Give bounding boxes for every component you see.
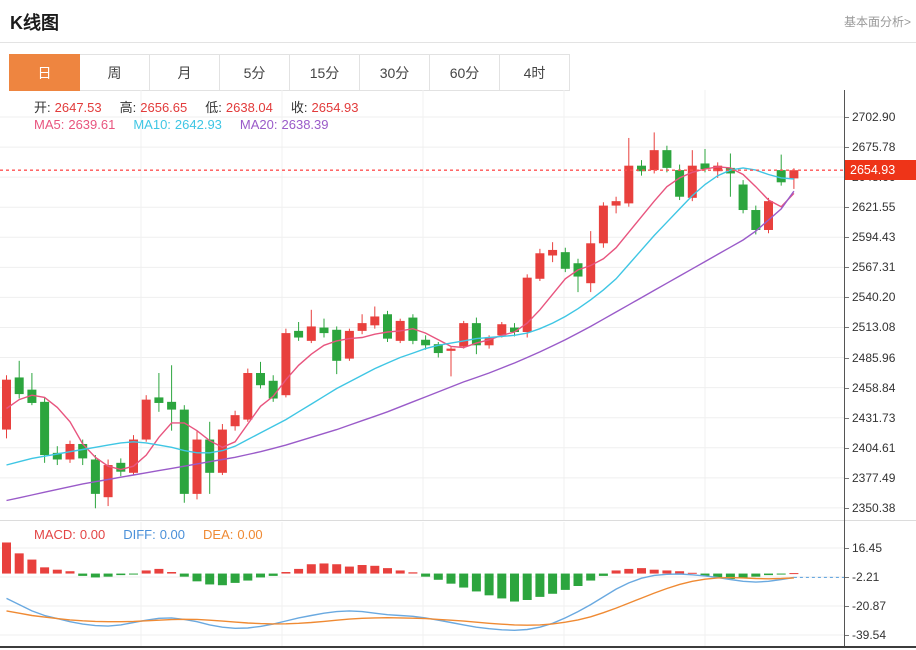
- readout-label: DIFF:: [123, 527, 156, 542]
- readout-value: 2638.39: [282, 117, 329, 132]
- readout-value: 0.00: [160, 527, 185, 542]
- readout-item: 收: 2654.93: [291, 100, 363, 115]
- tab-period-0[interactable]: 日: [9, 54, 80, 91]
- current-price-badge: 2654.93: [845, 160, 916, 180]
- main-tick-5: 2567.31: [844, 260, 916, 274]
- macd-tick-2: -20.87: [844, 599, 916, 613]
- readout-item: DEA: 0.00: [203, 527, 267, 542]
- readout-label: MACD:: [34, 527, 76, 542]
- main-tick-1: 2675.78: [844, 140, 916, 154]
- readout-value: 2647.53: [55, 100, 102, 115]
- readout-item: 高:2656.65: [120, 100, 192, 115]
- readout-item: 低: 2638.04: [205, 100, 277, 115]
- page-title: K线图: [10, 9, 59, 35]
- tab-period-6[interactable]: 60分: [429, 54, 500, 91]
- readout-label: 低:: [205, 100, 222, 115]
- readout-item: MA10: 2642.93: [133, 117, 226, 132]
- readout-item: 开: 2647.53: [34, 100, 106, 115]
- period-tab-bar: 日周月5分15分30分60分4时: [10, 54, 570, 91]
- tab-period-4[interactable]: 15分: [289, 54, 360, 91]
- readout-value: 0.00: [80, 527, 105, 542]
- main-tick-12: 2377.49: [844, 471, 916, 485]
- readout-label: DEA:: [203, 527, 233, 542]
- main-tick-13: 2350.38: [844, 501, 916, 515]
- tab-period-1[interactable]: 周: [79, 54, 150, 91]
- readout-label: MA20:: [240, 117, 278, 132]
- readout-value: 2656.65: [140, 100, 187, 115]
- header-divider: [0, 42, 916, 43]
- readout-value: 2654.93: [312, 100, 359, 115]
- main-tick-6: 2540.20: [844, 290, 916, 304]
- ma-readout: MA5: 2639.61 MA10: 2642.93 MA20: 2638.39: [34, 117, 347, 132]
- readout-value: 2642.93: [175, 117, 222, 132]
- ohlc-readout: 开: 2647.53 高:2656.65 低: 2638.04 收: 2654.93: [34, 97, 377, 116]
- main-tick-8: 2485.96: [844, 351, 916, 365]
- readout-item: DIFF: 0.00: [123, 527, 189, 542]
- main-candlestick-chart[interactable]: [0, 90, 844, 520]
- fundamental-analysis-link[interactable]: 基本面分析>: [844, 13, 911, 30]
- main-tick-10: 2431.73: [844, 411, 916, 425]
- main-tick-0: 2702.90: [844, 110, 916, 124]
- tab-period-7[interactable]: 4时: [499, 54, 570, 91]
- main-tick-7: 2513.08: [844, 320, 916, 334]
- chart-bottom-border: [0, 646, 916, 648]
- readout-value: 0.00: [237, 527, 262, 542]
- readout-label: 收:: [291, 100, 308, 115]
- macd-tick-1: -2.21: [844, 570, 916, 584]
- macd-tick-0: 16.45: [844, 541, 916, 555]
- macd-tick-3: -39.54: [844, 628, 916, 642]
- panel-separator: [0, 520, 916, 521]
- main-tick-11: 2404.61: [844, 441, 916, 455]
- main-tick-9: 2458.84: [844, 381, 916, 395]
- tab-period-5[interactable]: 30分: [359, 54, 430, 91]
- readout-value: 2639.61: [68, 117, 115, 132]
- macd-readout: MACD: 0.00 DIFF: 0.00 DEA: 0.00: [34, 527, 281, 542]
- main-tick-3: 2621.55: [844, 200, 916, 214]
- tab-period-2[interactable]: 月: [149, 54, 220, 91]
- tab-period-3[interactable]: 5分: [219, 54, 290, 91]
- readout-label: 高:: [120, 100, 137, 115]
- kline-page: K线图 基本面分析> 日周月5分15分30分60分4时 开:2647.53高:2…: [0, 0, 916, 650]
- readout-label: 开:: [34, 100, 51, 115]
- readout-label: MA5:: [34, 117, 64, 132]
- readout-label: MA10:: [133, 117, 171, 132]
- readout-value: 2638.04: [226, 100, 273, 115]
- readout-item: MA5: 2639.61: [34, 117, 119, 132]
- main-tick-4: 2594.43: [844, 230, 916, 244]
- readout-item: MACD: 0.00: [34, 527, 109, 542]
- readout-item: MA20: 2638.39: [240, 117, 333, 132]
